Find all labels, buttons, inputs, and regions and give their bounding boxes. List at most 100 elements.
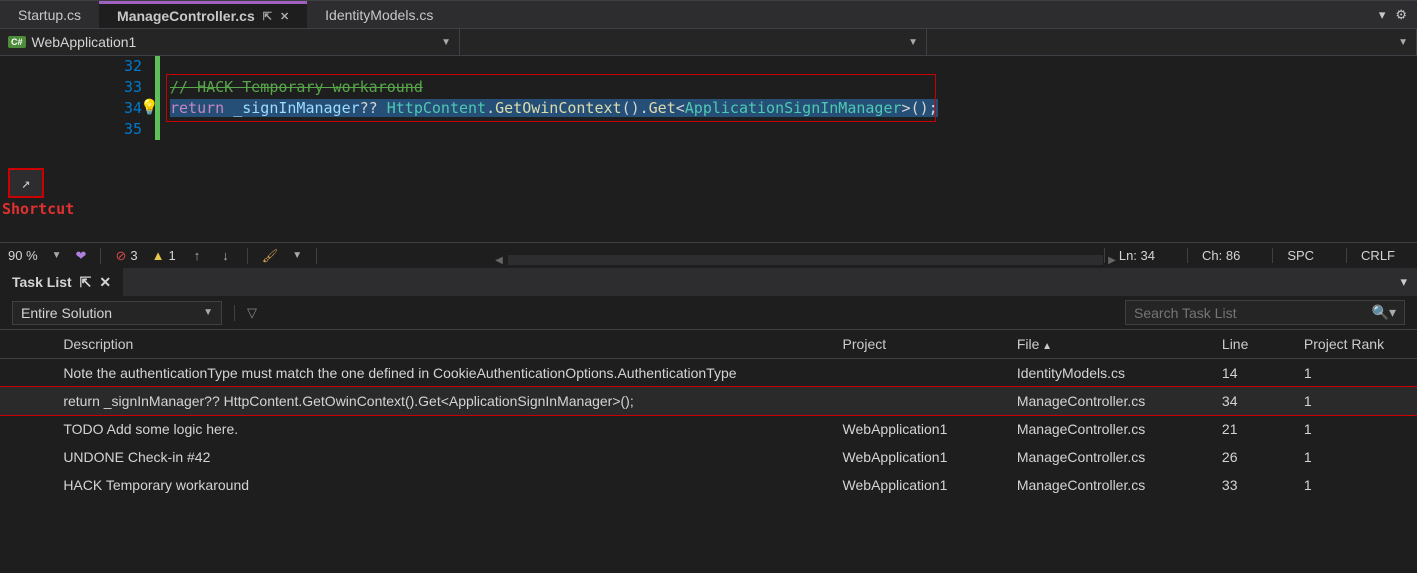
task-list-toolbar: Entire Solution ▼ ▽ 🔍▾: [0, 296, 1417, 330]
col-header-rank[interactable]: Project Rank: [1294, 330, 1417, 359]
tab-startup[interactable]: Startup.cs: [0, 1, 99, 28]
type-token: HttpContent: [387, 99, 486, 117]
tab-label: Startup.cs: [18, 7, 81, 23]
method-token: Get: [649, 99, 676, 117]
table-row[interactable]: HACK Temporary workaround WebApplication…: [0, 471, 1417, 499]
error-count[interactable]: ⊘3: [115, 248, 137, 264]
nav-down-icon[interactable]: ↓: [218, 248, 233, 263]
pin-icon[interactable]: ⇱: [80, 274, 92, 291]
dropdown-icon[interactable]: ▾: [1379, 7, 1386, 23]
scroll-track[interactable]: [508, 255, 1103, 265]
field-token: _signInManager: [224, 99, 359, 117]
navigation-bar: C# WebApplication1 ▼ ▼ ▼: [0, 28, 1417, 56]
col-header-file[interactable]: File: [1007, 330, 1212, 359]
pin-icon[interactable]: ⇱: [263, 10, 272, 23]
search-icon[interactable]: 🔍▾: [1372, 304, 1396, 321]
col-header-project[interactable]: Project: [833, 330, 1007, 359]
task-description: TODO Add some logic here.: [53, 415, 832, 443]
editor-status-bar: 90 % ▼ ❤ ⊘3 ▲1 ↑ ↓ 🖌▼ ◀ ▶ Ln: 34 Ch: 86 …: [0, 242, 1417, 268]
task-file: ManageController.cs: [1007, 387, 1212, 415]
col-header-description[interactable]: Description: [53, 330, 832, 359]
shortcut-button[interactable]: ↗: [8, 168, 44, 198]
cursor-char: Ch: 86: [1187, 248, 1254, 263]
editor-tab-bar: Startup.cs ManageController.cs ⇱ ✕ Ident…: [0, 0, 1417, 28]
method-token: GetOwinContext: [495, 99, 621, 117]
scroll-left-icon[interactable]: ◀: [490, 255, 508, 266]
shortcut-icon: ↗: [21, 174, 30, 192]
line-ending[interactable]: CRLF: [1346, 248, 1409, 263]
chevron-down-icon: ▼: [203, 307, 213, 318]
code-area[interactable]: // HACK Temporary workaround return _sig…: [170, 56, 938, 140]
task-rank: 1: [1294, 443, 1417, 471]
table-header-row: Description Project File Line Project Ra…: [0, 330, 1417, 359]
task-file: ManageController.cs: [1007, 415, 1212, 443]
tab-label: ManageController.cs: [117, 8, 255, 24]
task-rank: 1: [1294, 359, 1417, 388]
task-file: IdentityModels.cs: [1007, 359, 1212, 388]
task-line: 33: [1212, 471, 1294, 499]
chevron-down-icon: ▼: [441, 37, 451, 48]
annotation-label: Shortcut: [2, 200, 74, 218]
task-project: WebApplication1: [833, 471, 1007, 499]
close-icon[interactable]: ✕: [99, 274, 111, 291]
chevron-down-icon: ▼: [908, 37, 918, 48]
col-header-icon[interactable]: [0, 330, 53, 359]
task-project: [833, 387, 1007, 415]
code-editor[interactable]: 32 33 34 35 💡 // HACK Temporary workarou…: [0, 56, 1417, 242]
tab-label: IdentityModels.cs: [325, 7, 433, 23]
line-number: 33: [0, 77, 150, 98]
search-input[interactable]: [1134, 305, 1372, 321]
table-row[interactable]: return _signInManager?? HttpContent.GetO…: [0, 387, 1417, 415]
line-number: 32: [0, 56, 150, 77]
type-dropdown[interactable]: ▼: [460, 29, 927, 55]
table-row[interactable]: UNDONE Check-in #42 WebApplication1 Mana…: [0, 443, 1417, 471]
project-name: WebApplication1: [32, 34, 137, 50]
chevron-down-icon[interactable]: ▼: [52, 250, 62, 261]
task-description: return _signInManager?? HttpContent.GetO…: [53, 387, 832, 415]
chevron-down-icon[interactable]: ▼: [292, 250, 302, 261]
task-file: ManageController.cs: [1007, 443, 1212, 471]
task-line: 26: [1212, 443, 1294, 471]
task-rank: 1: [1294, 415, 1417, 443]
table-row[interactable]: TODO Add some logic here. WebApplication…: [0, 415, 1417, 443]
task-rank: 1: [1294, 387, 1417, 415]
project-dropdown[interactable]: C# WebApplication1 ▼: [0, 29, 460, 55]
chevron-down-icon: ▼: [1398, 37, 1408, 48]
task-description: Note the authenticationType must match t…: [53, 359, 832, 388]
scope-dropdown[interactable]: Entire Solution ▼: [12, 301, 222, 325]
col-header-line[interactable]: Line: [1212, 330, 1294, 359]
scope-label: Entire Solution: [21, 305, 112, 321]
indent-mode[interactable]: SPC: [1272, 248, 1328, 263]
health-icon[interactable]: ❤: [76, 248, 87, 264]
filter-icon[interactable]: ▽: [247, 305, 257, 321]
screwdriver-icon[interactable]: 🖌: [262, 248, 279, 264]
tab-identitymodels[interactable]: IdentityModels.cs: [307, 1, 451, 28]
keyword-token: return: [170, 99, 224, 117]
task-line: 21: [1212, 415, 1294, 443]
panel-title: Task List: [12, 274, 72, 290]
task-project: WebApplication1: [833, 415, 1007, 443]
warning-icon: ▲: [152, 248, 165, 263]
csharp-icon: C#: [8, 36, 26, 48]
task-description: HACK Temporary workaround: [53, 471, 832, 499]
error-icon: ⊘: [115, 248, 126, 264]
task-rank: 1: [1294, 471, 1417, 499]
table-row[interactable]: Note the authenticationType must match t…: [0, 359, 1417, 388]
task-search-box[interactable]: 🔍▾: [1125, 300, 1405, 325]
task-list-tab[interactable]: Task List ⇱ ✕: [0, 268, 123, 296]
gear-icon[interactable]: ⚙: [1395, 7, 1407, 23]
task-line: 34: [1212, 387, 1294, 415]
horizontal-scrollbar[interactable]: ◀ ▶: [490, 252, 1121, 268]
zoom-level[interactable]: 90 %: [8, 248, 38, 263]
tab-managecontroller[interactable]: ManageController.cs ⇱ ✕: [99, 1, 307, 28]
task-project: WebApplication1: [833, 443, 1007, 471]
task-list-table: Description Project File Line Project Ra…: [0, 330, 1417, 499]
scroll-right-icon[interactable]: ▶: [1103, 255, 1121, 266]
type-token: ApplicationSignInManager: [685, 99, 902, 117]
warning-count[interactable]: ▲1: [152, 248, 176, 263]
member-dropdown[interactable]: ▼: [927, 29, 1417, 55]
panel-options-dropdown[interactable]: ▾: [1390, 268, 1417, 296]
operator-token: ??: [360, 99, 387, 117]
nav-up-icon[interactable]: ↑: [190, 248, 205, 263]
close-icon[interactable]: ✕: [280, 10, 289, 23]
